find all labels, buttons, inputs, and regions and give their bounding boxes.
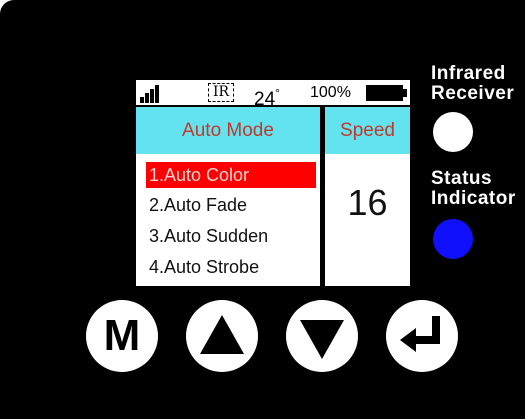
status-bar: IR 24° 100% <box>136 80 410 110</box>
remote-panel: IR 24° 100% Auto Mode 1.Auto Color 2.Aut… <box>0 0 525 419</box>
up-button[interactable] <box>186 300 258 372</box>
status-label-line2: Indicator <box>431 188 516 209</box>
infrared-receiver-icon <box>433 112 473 152</box>
down-button[interactable] <box>286 300 358 372</box>
status-indicator-led <box>433 219 473 259</box>
mode-item-auto-color[interactable]: 1.Auto Color <box>146 162 316 188</box>
up-triangle-icon <box>200 315 244 354</box>
menu-button-label: M <box>104 311 141 360</box>
ir-status-icon: IR <box>208 83 234 102</box>
status-indicator-label: Status Indicator <box>431 169 516 209</box>
infrared-label-line2: Receiver <box>431 83 515 104</box>
signal-bars-icon <box>140 85 162 103</box>
speed-value: 16 <box>347 182 388 223</box>
speed-header: Speed <box>325 107 410 154</box>
battery-full-icon <box>366 85 407 101</box>
infrared-label-line1: Infrared <box>431 63 506 84</box>
mode-item-auto-strobe[interactable]: 4.Auto Strobe <box>146 254 318 280</box>
lcd-screen: IR 24° 100% Auto Mode 1.Auto Color 2.Aut… <box>136 80 410 286</box>
degree-symbol: ° <box>275 86 280 100</box>
mode-list-header: Auto Mode <box>136 107 320 154</box>
status-label-line1: Status <box>431 168 493 189</box>
battery-percent: 100% <box>310 84 351 101</box>
enter-button[interactable] <box>386 300 458 372</box>
speed-panel: Speed 16 <box>325 107 410 286</box>
mode-item-auto-fade[interactable]: 2.Auto Fade <box>146 192 318 218</box>
mode-list-panel: Auto Mode 1.Auto Color 2.Auto Fade 3.Aut… <box>136 107 320 286</box>
down-triangle-icon <box>300 320 344 359</box>
mode-item-auto-sudden[interactable]: 3.Auto Sudden <box>146 223 318 249</box>
menu-m-icon: M <box>104 311 141 360</box>
infrared-receiver-label: Infrared Receiver <box>431 64 514 104</box>
enter-return-icon <box>400 316 440 352</box>
menu-button[interactable]: M <box>86 300 158 372</box>
